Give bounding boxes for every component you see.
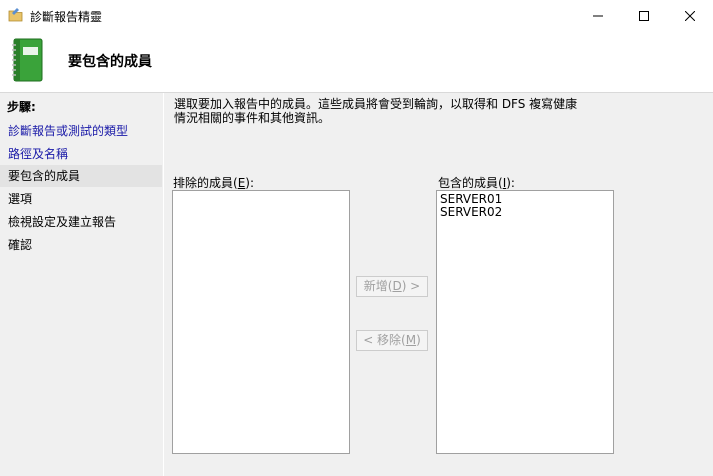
list-item[interactable]: SERVER02 — [440, 206, 610, 219]
included-members-label: 包含的成員(I): — [438, 176, 515, 190]
steps-sidebar: 步驟: 診斷報告或測試的類型 路徑及名稱 要包含的成員 選項 檢視設定及建立報告… — [0, 93, 164, 476]
add-member-button[interactable]: 新增(D) > — [356, 276, 428, 297]
description-text: 選取要加入報告中的成員。這些成員將會受到輪詢，以取得和 DFS 複寫健康 情況相… — [174, 97, 594, 125]
step-options: 選項 — [8, 192, 33, 206]
main-panel: 選取要加入報告中的成員。這些成員將會受到輪詢，以取得和 DFS 複寫健康 情況相… — [165, 93, 713, 476]
step-report-type[interactable]: 診斷報告或測試的類型 — [0, 120, 162, 142]
close-button[interactable] — [667, 0, 713, 31]
step-members-to-include: 要包含的成員 — [0, 165, 162, 187]
excluded-members-label: 排除的成員(E): — [173, 176, 255, 190]
step-confirmation: 確認 — [8, 238, 33, 252]
title-bar: 診斷報告精靈 — [0, 0, 713, 31]
close-icon — [685, 10, 695, 21]
page-title: 要包含的成員 — [68, 54, 152, 70]
remove-member-button[interactable]: < 移除(M) — [356, 330, 428, 351]
wizard-header: 要包含的成員 — [0, 31, 713, 93]
wizard-folder-icon — [8, 8, 23, 22]
included-members-list[interactable]: SERVER01 SERVER02 — [436, 190, 614, 454]
steps-heading: 步驟: — [7, 100, 36, 114]
window-title: 診斷報告精靈 — [30, 10, 103, 24]
step-review-and-create: 檢視設定及建立報告 — [8, 215, 117, 229]
step-path-and-name[interactable]: 路徑及名稱 — [0, 143, 162, 165]
description-line: 情況相關的事件和其他資訊。 — [174, 111, 331, 125]
maximize-button[interactable] — [621, 0, 667, 31]
minimize-button[interactable] — [575, 0, 621, 31]
green-book-icon — [12, 38, 43, 82]
excluded-members-list[interactable] — [172, 190, 350, 454]
description-line: 選取要加入報告中的成員。這些成員將會受到輪詢，以取得和 DFS 複寫健康 — [174, 97, 578, 111]
maximize-icon — [639, 10, 649, 21]
minimize-icon — [593, 15, 603, 16]
